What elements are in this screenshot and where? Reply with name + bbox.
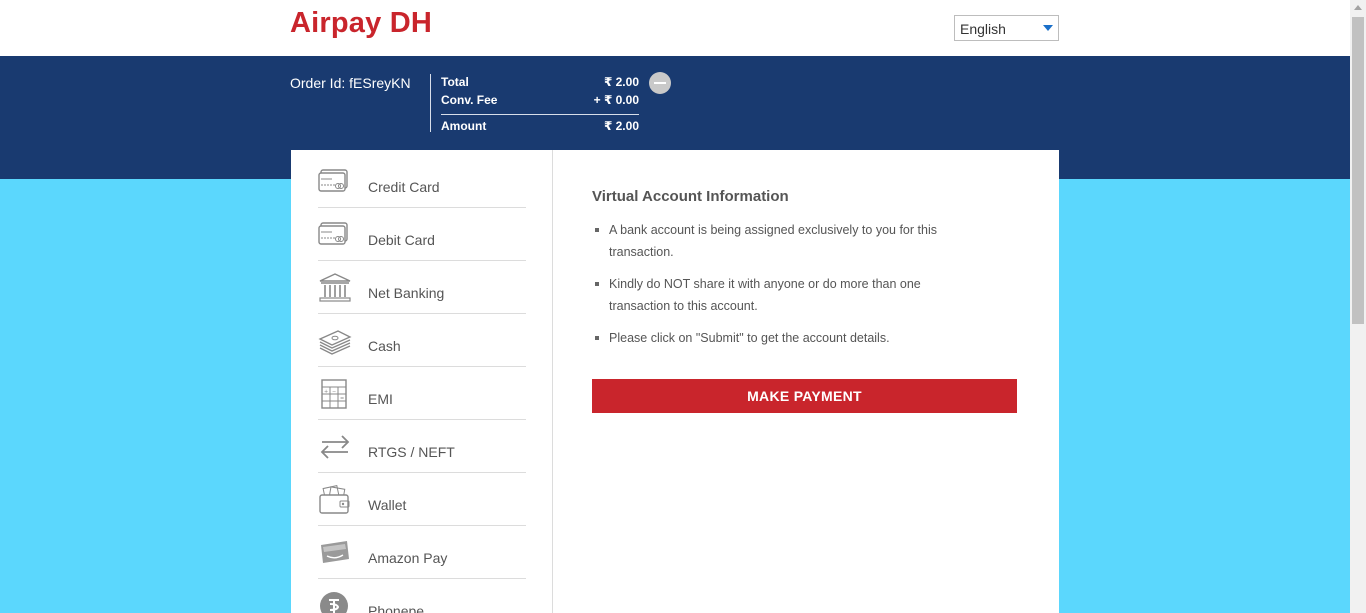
virtual-account-info: Virtual Account Information A bank accou… <box>592 188 1022 359</box>
sidebar-item-label: Wallet <box>368 497 407 513</box>
debit-card-icon <box>318 222 348 245</box>
sidebar-item-amazon-pay[interactable]: Amazon Pay <box>318 526 526 579</box>
sidebar-item-label: Amazon Pay <box>368 550 448 566</box>
total-label: Total <box>441 75 469 89</box>
sidebar-item-label: Net Banking <box>368 285 445 301</box>
sidebar-item-label: EMI <box>368 391 393 407</box>
amount-value: ₹ 2.00 <box>603 119 639 133</box>
payment-methods-sidebar: Credit Card Debit Card Net Banking Cash … <box>291 150 553 613</box>
transfer-arrows-icon <box>320 435 350 459</box>
sidebar-item-label: RTGS / NEFT <box>368 444 455 460</box>
credit-card-icon <box>318 169 348 192</box>
order-id: Order Id: fESreyKN <box>290 75 411 91</box>
sidebar-item-net-banking[interactable]: Net Banking <box>318 261 526 314</box>
fee-label: Conv. Fee <box>441 93 498 107</box>
summary-fee-row: Conv. Fee + ₹ 0.00 <box>441 92 639 110</box>
sidebar-item-label: Debit Card <box>368 232 435 248</box>
sidebar-item-rtgs-neft[interactable]: RTGS / NEFT <box>318 420 526 473</box>
sidebar-item-label: Cash <box>368 338 401 354</box>
svg-text:−: − <box>332 389 336 395</box>
summary-total-row: Total ₹ 2.00 <box>441 74 639 92</box>
scrollbar-thumb[interactable] <box>1352 17 1364 324</box>
language-selected-value: English <box>960 21 1006 37</box>
sidebar-item-emi[interactable]: + − = EMI <box>318 367 526 420</box>
cash-icon <box>318 330 352 355</box>
sidebar-item-phonepe[interactable]: Phonepe <box>318 579 526 613</box>
svg-text:+: + <box>324 389 328 395</box>
language-select[interactable]: English <box>954 15 1059 41</box>
summary-amount-row: Amount ₹ 2.00 <box>441 114 639 136</box>
scroll-up-icon[interactable] <box>1354 5 1362 10</box>
total-value: ₹ 2.00 <box>603 75 639 89</box>
order-divider <box>430 74 431 132</box>
bank-icon <box>319 273 351 302</box>
fee-value: + ₹ 0.00 <box>593 93 639 107</box>
brand-title: Airpay DH <box>290 7 432 39</box>
info-point: Kindly do NOT share it with anyone or do… <box>592 273 952 317</box>
wallet-icon <box>319 485 350 514</box>
sidebar-item-wallet[interactable]: Wallet <box>318 473 526 526</box>
calculator-icon: + − = <box>321 379 347 409</box>
amount-label: Amount <box>441 119 487 133</box>
info-point: A bank account is being assigned exclusi… <box>592 219 952 263</box>
info-list: A bank account is being assigned exclusi… <box>592 219 1022 349</box>
sidebar-item-label: Phonepe <box>368 603 425 613</box>
svg-text:=: = <box>340 396 344 402</box>
sidebar-item-label: Credit Card <box>368 179 440 195</box>
make-payment-button[interactable]: MAKE PAYMENT <box>592 379 1017 413</box>
sidebar-item-cash[interactable]: Cash <box>318 314 526 367</box>
chevron-down-icon <box>1043 25 1053 31</box>
collapse-summary-icon[interactable] <box>649 72 671 94</box>
top-bar: Airpay DH English <box>0 0 1350 56</box>
page-scrollbar[interactable] <box>1350 0 1366 613</box>
amazon-pay-icon <box>321 541 349 563</box>
sidebar-item-debit-card[interactable]: Debit Card <box>318 208 526 261</box>
order-summary: Total ₹ 2.00 Conv. Fee + ₹ 0.00 Amount ₹… <box>441 74 639 136</box>
section-title: Virtual Account Information <box>592 188 789 205</box>
info-point: Please click on "Submit" to get the acco… <box>592 327 952 349</box>
sidebar-item-credit-card[interactable]: Credit Card <box>318 155 526 208</box>
phonepe-icon <box>320 592 348 613</box>
